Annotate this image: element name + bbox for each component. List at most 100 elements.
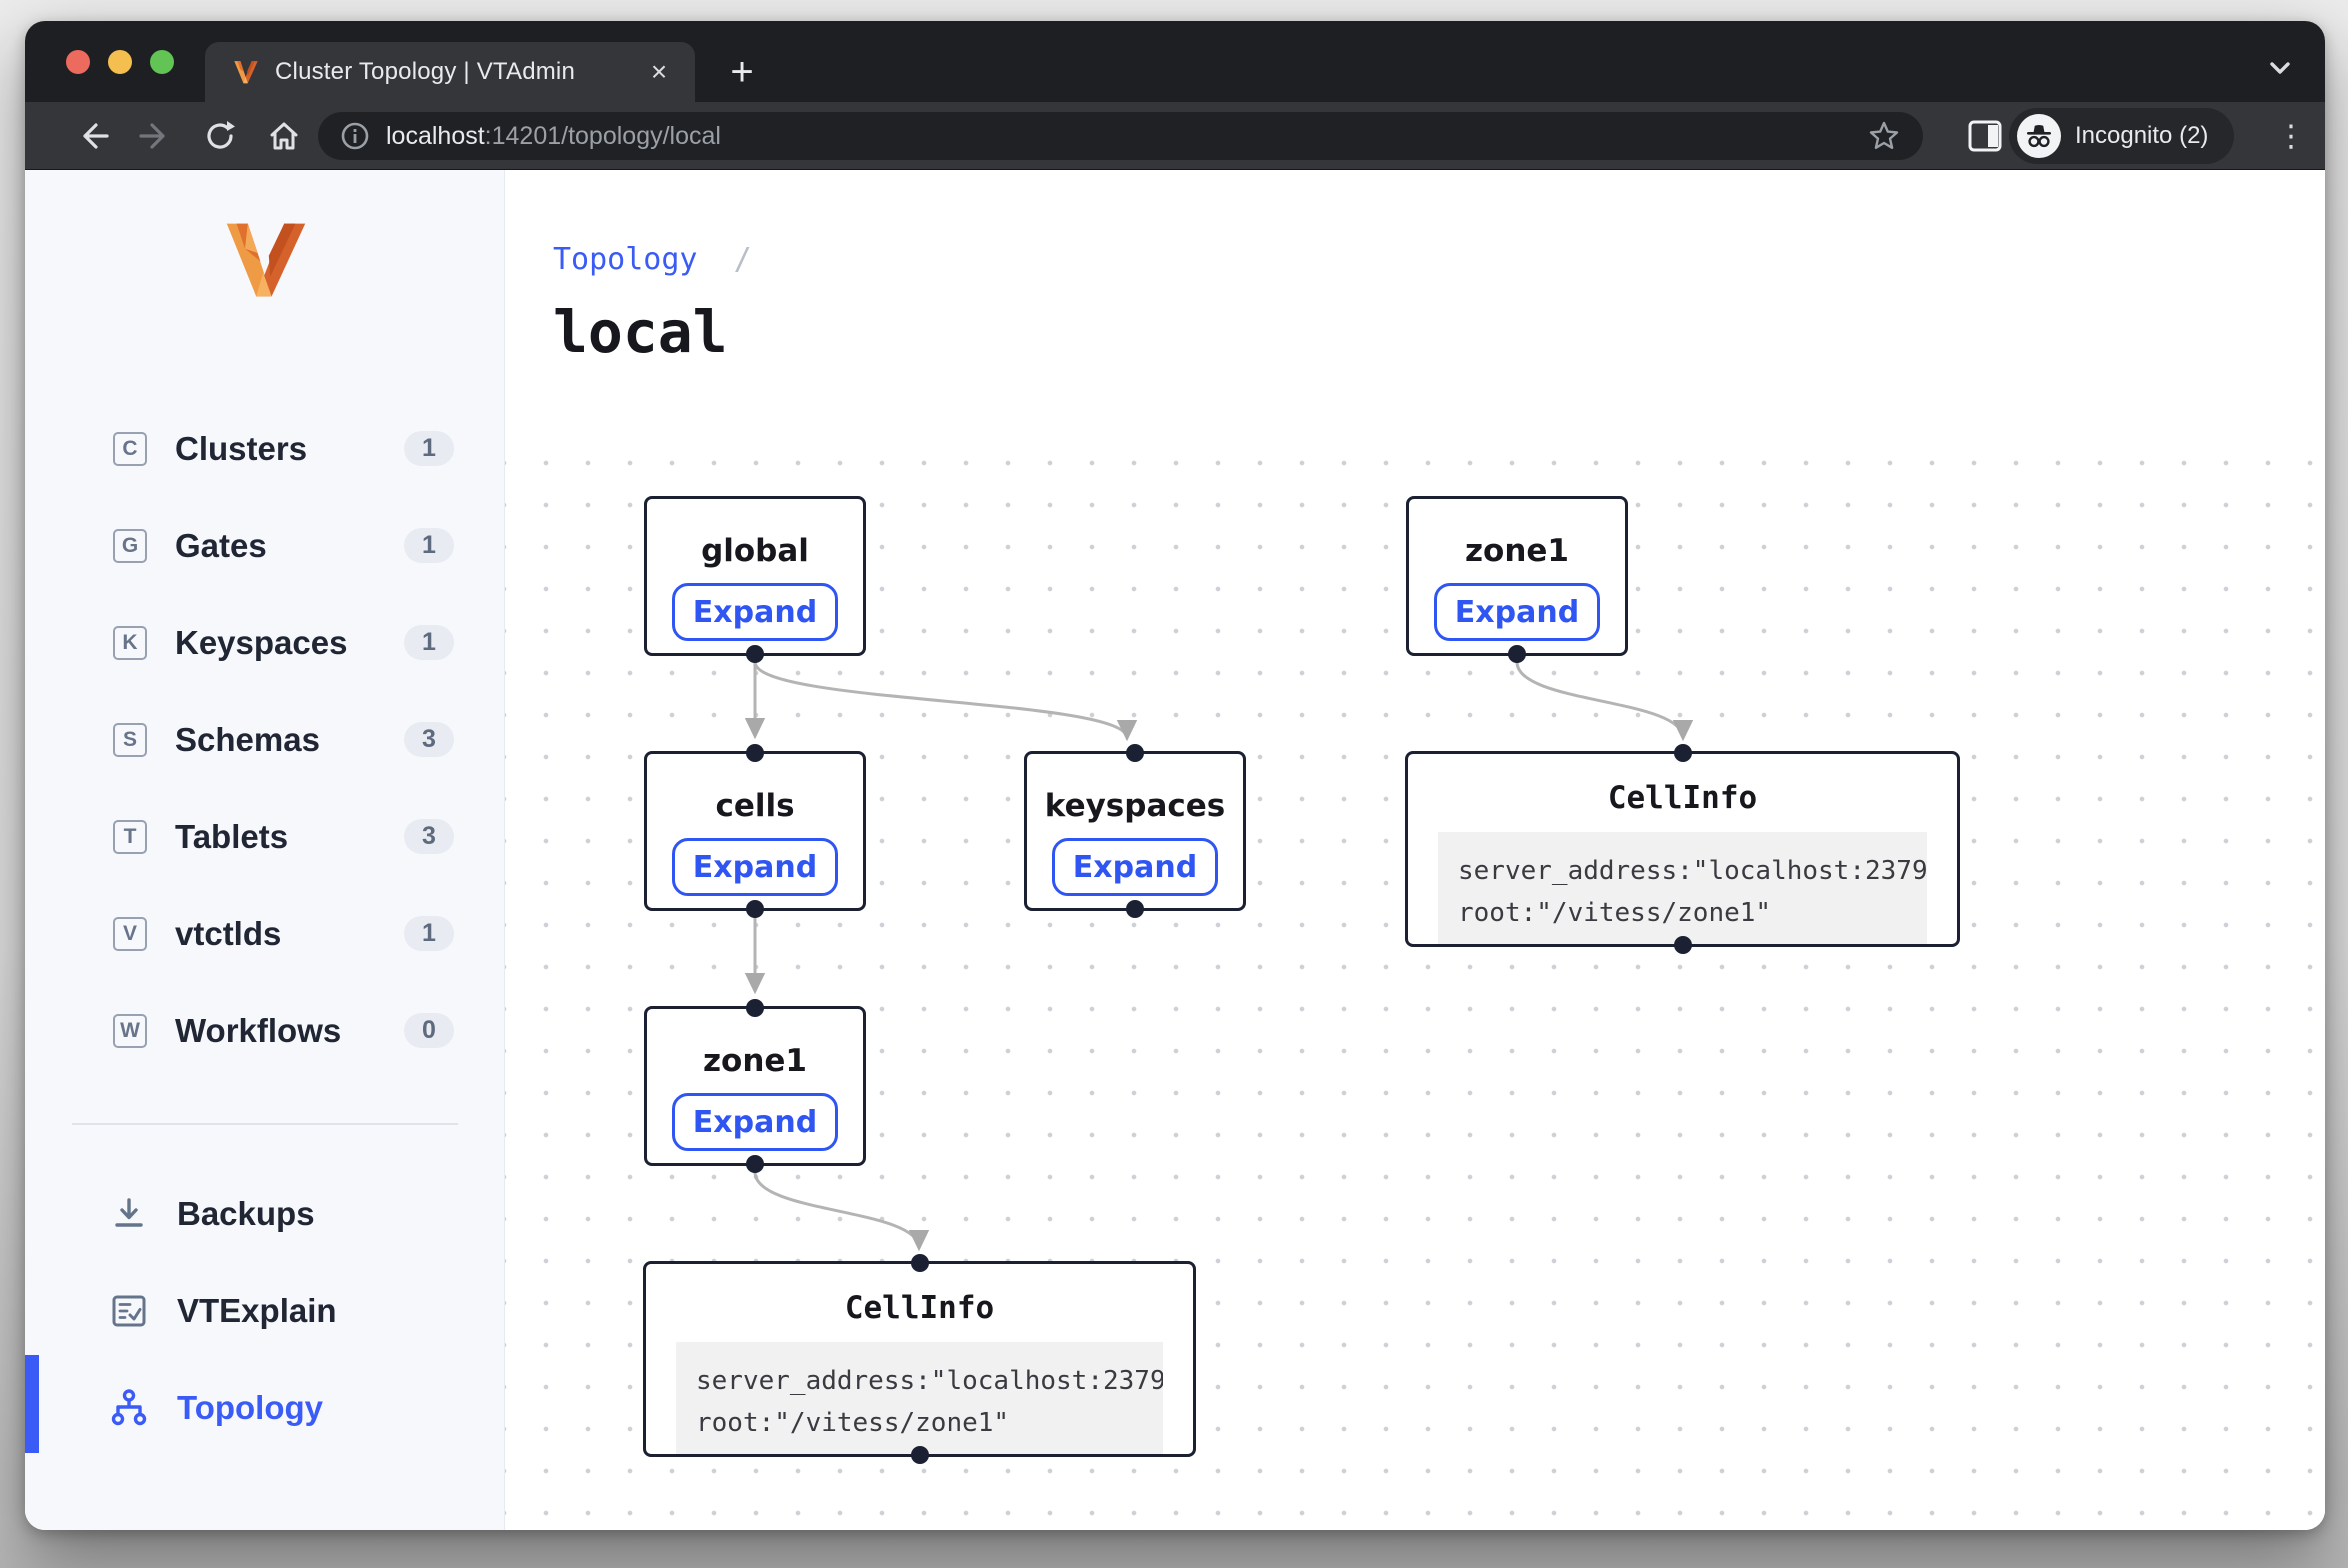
tablets-letter-icon: T: [113, 820, 147, 854]
node-port-top: [746, 999, 764, 1017]
sidebar-item-label: Gates: [175, 527, 267, 565]
node-port-bottom: [746, 1155, 764, 1173]
sidebar-item-keyspaces[interactable]: KKeyspaces1: [25, 594, 504, 691]
sidebar-item-label: Clusters: [175, 430, 307, 468]
graph-edge-zone1-mid-to-cellinfo-bottom: [755, 1172, 919, 1248]
new-tab-button[interactable]: +: [715, 45, 769, 99]
schemas-letter-icon: S: [113, 723, 147, 757]
reload-button[interactable]: [200, 116, 240, 156]
sidebar-item-label: VTExplain: [177, 1292, 337, 1330]
node-title: zone1: [1465, 533, 1569, 569]
expand-button[interactable]: Expand: [672, 1093, 838, 1151]
graph-node-keyspaces: keyspaces Expand: [1024, 751, 1246, 911]
side-panel-button[interactable]: [1965, 116, 2005, 156]
download-icon: [109, 1194, 149, 1234]
graph-node-zone1-mid: zone1Expand: [644, 1006, 866, 1166]
sidebar-item-topology[interactable]: Topology: [25, 1359, 504, 1456]
breadcrumb-topology-link[interactable]: Topology: [553, 242, 698, 277]
vitess-favicon-icon: [233, 59, 259, 85]
count-badge: 1: [404, 431, 454, 466]
node-port-top: [1126, 744, 1144, 762]
zoom-window-button[interactable]: [150, 50, 174, 74]
sidebar-divider: [72, 1123, 458, 1125]
incognito-badge[interactable]: Incognito (2): [2009, 108, 2234, 164]
node-title: CellInfo: [845, 1290, 994, 1326]
sidebar-item-schemas[interactable]: S Schemas 3: [25, 691, 504, 788]
back-button[interactable]: [72, 116, 112, 156]
bookmark-star-icon[interactable]: [1867, 119, 1901, 153]
node-port-top: [1674, 744, 1692, 762]
node-port-bottom: [746, 900, 764, 918]
forward-button[interactable]: [136, 116, 176, 156]
browser-toolbar: localhost:14201/topology/local I: [25, 102, 2325, 170]
cellinfo-code: server_address:"localhost:2379"root:"/vi…: [676, 1342, 1163, 1454]
browser-tab[interactable]: Cluster Topology | VTAdmin ×: [205, 42, 695, 102]
active-item-indicator: [25, 1355, 39, 1453]
home-button[interactable]: [264, 116, 304, 156]
incognito-label: Incognito (2): [2075, 122, 2208, 150]
count-badge: 3: [404, 819, 454, 854]
sidebar-nav: CClusters1GGates1KKeyspaces1SSchemas3TTa…: [25, 400, 504, 1079]
node-port-bottom: [1126, 900, 1144, 918]
sidebar-item-clusters[interactable]: C Clusters 1: [25, 400, 504, 497]
node-port-top: [746, 744, 764, 762]
node-title: cells: [715, 788, 794, 824]
node-title: global: [701, 533, 809, 569]
node-port-bottom: [911, 1446, 929, 1464]
sidebar-item-label: Schemas: [175, 721, 320, 759]
url-bar[interactable]: localhost:14201/topology/local: [318, 112, 1923, 160]
breadcrumb: Topology /: [553, 242, 752, 277]
sidebar-item-label: Backups: [177, 1195, 315, 1233]
window-controls: [66, 50, 174, 74]
page-title: local: [553, 298, 728, 366]
cellinfo-code: server_address:"localhost:2379"root:"/vi…: [1438, 832, 1927, 944]
minimize-window-button[interactable]: [108, 50, 132, 74]
expand-button[interactable]: Expand: [1052, 838, 1218, 896]
graph-node-cells: cells Expand: [644, 751, 866, 911]
sidebar-item-tablets[interactable]: T Tablets 3: [25, 788, 504, 885]
count-badge: 1: [404, 625, 454, 660]
sidebar-item-label: Tablets: [175, 818, 288, 856]
vitess-logo[interactable]: [224, 218, 308, 302]
expand-button[interactable]: Expand: [672, 583, 838, 641]
sidebar-item-label: Workflows: [175, 1012, 341, 1050]
workflows-letter-icon: W: [113, 1014, 147, 1048]
sidebar-item-label: vtctlds: [175, 915, 281, 953]
expand-button[interactable]: Expand: [672, 838, 838, 896]
clusters-letter-icon: C: [113, 432, 147, 466]
count-badge: 3: [404, 722, 454, 757]
tab-close-icon[interactable]: ×: [641, 54, 677, 90]
main-panel: Topology / local global Expand zone1 Expand…: [505, 170, 2325, 1530]
sidebar-item-gates[interactable]: G Gates 1: [25, 497, 504, 594]
sidebar-item-label: Topology: [177, 1389, 323, 1427]
sidebar-item-vtctlds[interactable]: Vvtctlds1: [25, 885, 504, 982]
url-text: localhost:14201/topology/local: [386, 122, 1867, 151]
page-info-icon[interactable]: [340, 121, 370, 151]
tab-title: Cluster Topology | VTAdmin: [275, 58, 641, 86]
sidebar-item-backups[interactable]: Backups: [25, 1165, 504, 1262]
sidebar-item-label: Keyspaces: [175, 624, 347, 662]
graph-edge-global-to-keyspaces: [755, 662, 1127, 738]
topology-canvas[interactable]: globalExpandzone1ExpandcellsExpandkeyspa…: [505, 430, 2325, 1530]
tab-search-chevron-icon[interactable]: [2263, 51, 2297, 85]
incognito-icon: [2024, 121, 2054, 151]
app-content: CClusters1GGates1KKeyspaces1SSchemas3TTa…: [25, 170, 2325, 1530]
incognito-avatar: [2017, 114, 2061, 158]
node-port-top: [911, 1254, 929, 1272]
count-badge: 1: [404, 528, 454, 563]
node-title: CellInfo: [1608, 780, 1757, 816]
close-window-button[interactable]: [66, 50, 90, 74]
node-title: keyspaces: [1045, 788, 1225, 824]
browser-menu-icon[interactable]: ⋮: [2269, 114, 2313, 158]
node-port-bottom: [1674, 936, 1692, 954]
sidebar-bottom-nav: Backups VTExplain Topology: [25, 1165, 504, 1456]
gates-letter-icon: G: [113, 529, 147, 563]
sidebar-item-workflows[interactable]: WWorkflows0: [25, 982, 504, 1079]
tab-strip: Cluster Topology | VTAdmin × +: [25, 21, 2325, 102]
url-host: localhost: [386, 122, 485, 150]
graph-node-zone1-top: zone1 Expand: [1406, 496, 1628, 656]
sidebar-item-vtexplain[interactable]: VTExplain: [25, 1262, 504, 1359]
graph-edge-zone1-top-to-cellinfo-right: [1517, 662, 1683, 738]
expand-button[interactable]: Expand: [1434, 583, 1600, 641]
graph-node-cellinfo-bottom: CellInfo server_address:"localhost:2379"r…: [643, 1261, 1196, 1457]
